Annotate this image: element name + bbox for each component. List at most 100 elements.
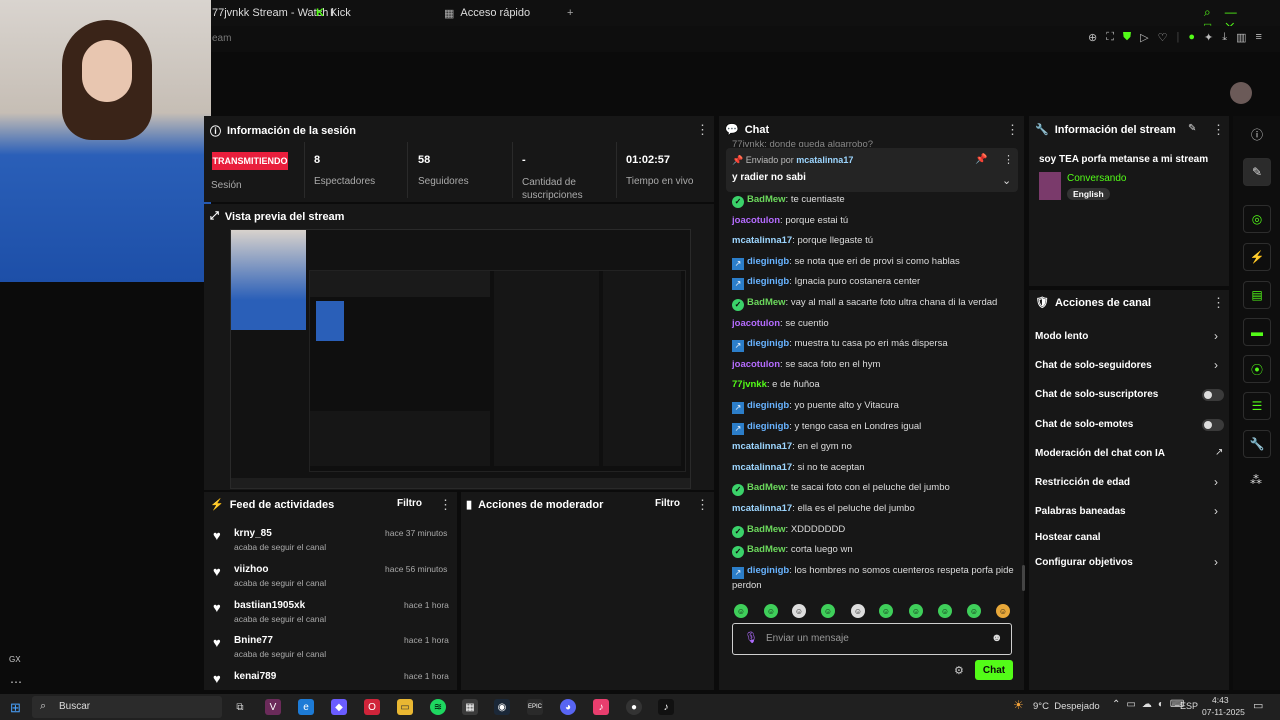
tab-kick[interactable]: K Kick	[316, 4, 351, 22]
moderator-menu-icon[interactable]: ⋮	[696, 497, 709, 513]
document-icon[interactable]: ▤	[1243, 281, 1271, 309]
emote-icon[interactable]: ☺	[909, 604, 923, 618]
emote-icon[interactable]: ☺	[734, 604, 748, 618]
pinned-menu-icon[interactable]: ⋮	[1003, 153, 1014, 166]
feed-user[interactable]: krny_85	[234, 528, 272, 539]
subs-only-toggle[interactable]	[1202, 389, 1224, 401]
feed-user[interactable]: bastiian1905xk	[234, 600, 305, 611]
chat-username[interactable]: mcatalinna17	[732, 462, 792, 473]
copilot-icon[interactable]: ◆	[331, 699, 347, 715]
moderator-filter-button[interactable]: Filtro	[655, 498, 680, 509]
chat-username[interactable]: dieginigb	[747, 338, 789, 349]
clock-time[interactable]: 4:43	[1212, 695, 1229, 705]
opera-gx-icon[interactable]: O	[364, 699, 380, 715]
tray-icons[interactable]: ⌃▭☁◐⌨	[1112, 699, 1190, 710]
chat-username[interactable]: dieginigb	[747, 276, 789, 287]
session-menu-icon[interactable]: ⋮	[696, 122, 709, 138]
chat-username[interactable]: dieginigb	[747, 256, 789, 267]
emote-icon[interactable]: ☺	[967, 604, 981, 618]
stream-info-menu-icon[interactable]: ⋮	[1212, 122, 1225, 138]
chat-menu-icon[interactable]: ⋮	[1006, 122, 1019, 138]
action-configure-goals[interactable]: Configurar objetivos	[1035, 557, 1133, 568]
chevron-right-icon[interactable]: ›	[1214, 555, 1218, 569]
chat-username[interactable]: mcatalinna17	[732, 441, 792, 452]
nodes-icon[interactable]: ⁂	[1250, 473, 1262, 487]
menu-icon[interactable]: ≡	[1256, 31, 1262, 44]
action-host-channel[interactable]: Hostear canal	[1035, 532, 1101, 543]
emote-icon[interactable]: ☺	[764, 604, 778, 618]
chat-username[interactable]: mcatalinna17	[732, 503, 792, 514]
info-icon[interactable]: ⓘ	[1251, 126, 1263, 143]
chat-username[interactable]: BadMew	[747, 544, 786, 555]
target-icon[interactable]: ◎	[1243, 205, 1271, 233]
steam-icon[interactable]: ◉	[494, 699, 510, 715]
chevron-right-icon[interactable]: ›	[1214, 358, 1218, 372]
broadcast-icon[interactable]: ⦿	[1243, 355, 1271, 383]
avatar[interactable]	[1230, 82, 1252, 104]
external-link-icon[interactable]: ↗	[1215, 447, 1223, 458]
puzzle-icon[interactable]: ✦	[1204, 31, 1213, 44]
new-tab-button[interactable]: +	[567, 4, 573, 22]
emotes-only-toggle[interactable]	[1202, 419, 1224, 431]
action-ai-moderation[interactable]: Moderación del chat con IA	[1035, 448, 1165, 459]
send-chat-button[interactable]: Chat	[975, 660, 1013, 680]
obs-icon[interactable]: ●	[626, 699, 642, 715]
chat-username[interactable]: joacotulon	[732, 359, 780, 370]
task-view-icon[interactable]: ⧉	[232, 699, 248, 715]
store-icon[interactable]: ▦	[462, 699, 478, 715]
emote-icon[interactable]: ☺	[851, 604, 865, 618]
play-icon[interactable]: ▷	[1140, 31, 1148, 44]
action-age-restriction[interactable]: Restricción de edad	[1035, 477, 1130, 488]
pinned-user[interactable]: mcatalinna17	[796, 155, 853, 165]
clock-date[interactable]: 07-11-2025	[1202, 707, 1245, 717]
emoji-icon[interactable]: ☻	[991, 632, 1003, 644]
edit-icon[interactable]: ✎	[1243, 158, 1271, 186]
server-icon[interactable]: ☰	[1243, 392, 1271, 420]
windows-start-icon[interactable]: ⊞	[10, 700, 21, 716]
feed-user[interactable]: viizhoo	[234, 564, 268, 575]
weather-text[interactable]: 9°C Despejado	[1033, 701, 1100, 712]
app-icon[interactable]: ♪	[593, 699, 609, 715]
tab-quick-access[interactable]: ▦ Acceso rápido	[444, 4, 530, 22]
feed-user[interactable]: Bnine77	[234, 635, 273, 646]
emote-icon[interactable]: ☺	[792, 604, 806, 618]
minimize-icon[interactable]: —	[1225, 5, 1251, 19]
emote-icon[interactable]: ☺	[879, 604, 893, 618]
chat-username[interactable]: joacotulon	[732, 318, 780, 329]
chevron-down-icon[interactable]: ⌄	[1002, 174, 1011, 187]
search-icon[interactable]: ⌕	[1204, 5, 1225, 19]
screenshot-icon[interactable]: ⛶	[1106, 31, 1114, 44]
unpin-icon[interactable]: 📌	[975, 154, 987, 165]
chat-username[interactable]: BadMew	[747, 524, 786, 535]
chat-username[interactable]: mcatalinna17	[732, 235, 792, 246]
chat-icon[interactable]: ▬	[1243, 318, 1271, 346]
tiktok-icon[interactable]: ♪	[658, 699, 674, 715]
action-banned-words[interactable]: Palabras baneadas	[1035, 506, 1126, 517]
epic-icon[interactable]: EPIC	[527, 699, 543, 715]
chat-username[interactable]: BadMew	[747, 297, 786, 308]
chat-username[interactable]: dieginigb	[747, 421, 789, 432]
folder-icon[interactable]: ▭	[397, 699, 413, 715]
emote-icon[interactable]: ☺	[996, 604, 1010, 618]
discord-icon[interactable]: ◕	[560, 699, 576, 715]
edge-icon[interactable]: e	[298, 699, 314, 715]
action-slow-mode[interactable]: Modo lento	[1035, 331, 1088, 342]
language-indicator[interactable]: ESP	[1180, 701, 1198, 711]
more-icon[interactable]: ⋯	[10, 675, 22, 689]
microphone-icon[interactable]: 🎙	[744, 631, 758, 644]
emote-icon[interactable]: ☺	[821, 604, 835, 618]
heart-icon[interactable]: ♡	[1158, 31, 1168, 44]
chat-username[interactable]: dieginigb	[747, 565, 789, 576]
sidebar-icon[interactable]: ▥	[1236, 31, 1246, 44]
wrench-icon[interactable]: 🔧	[1243, 430, 1271, 458]
chevron-right-icon[interactable]: ›	[1214, 475, 1218, 489]
channel-actions-menu-icon[interactable]: ⋮	[1212, 295, 1225, 311]
app-icon[interactable]: V	[265, 699, 281, 715]
action-followers-only[interactable]: Chat de solo-seguidores	[1035, 360, 1152, 371]
category-link[interactable]: Conversando	[1067, 173, 1126, 184]
bolt-icon[interactable]: ⚡	[1243, 243, 1271, 271]
spotify-icon[interactable]: ≋	[430, 699, 446, 715]
stream-preview[interactable]	[230, 229, 691, 489]
emote-icon[interactable]: ☺	[938, 604, 952, 618]
download-icon[interactable]: ⤓	[1222, 31, 1227, 44]
